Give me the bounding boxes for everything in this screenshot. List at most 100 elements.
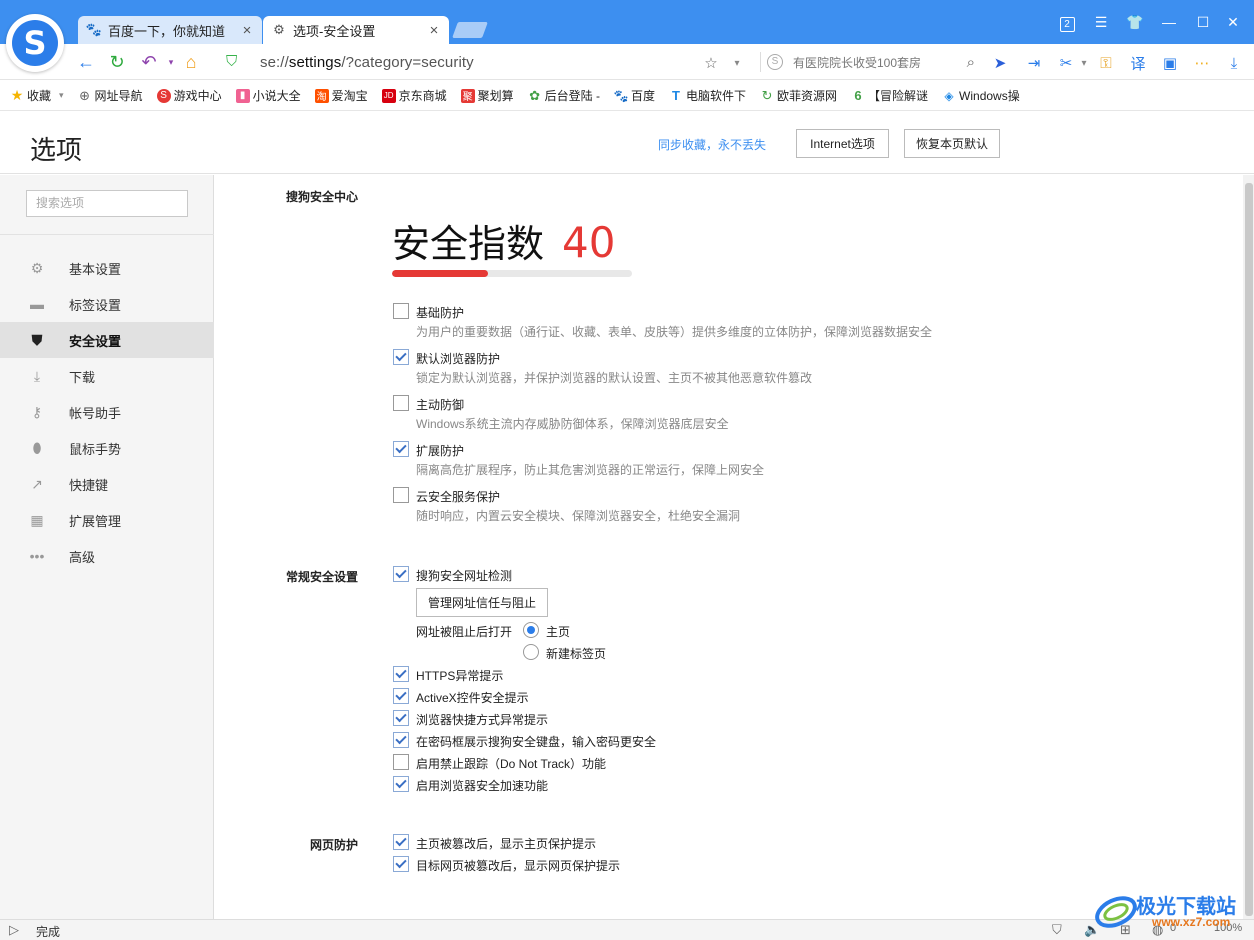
- scissors-icon[interactable]: ✂: [1056, 53, 1076, 73]
- checkbox-basic-protection[interactable]: [393, 303, 409, 319]
- skin-shirt-icon[interactable]: 👕: [1124, 12, 1146, 32]
- checkbox-shortcut-warning[interactable]: [393, 710, 409, 726]
- sidebar-item-download[interactable]: ⤓ 下载: [0, 358, 214, 394]
- tab-baidu[interactable]: 🐾 百度一下，你就知道 ×: [78, 16, 262, 44]
- watermark-swirl-icon: [1095, 896, 1137, 928]
- shield-status-icon[interactable]: ⛉: [1052, 922, 1062, 938]
- game-icon: S: [156, 88, 171, 103]
- bookmark-item[interactable]: 🐾 百度: [614, 87, 655, 104]
- manage-url-trust-button[interactable]: 管理网址信任与阻止: [416, 588, 548, 617]
- address-url[interactable]: se://settings/?category=security: [260, 54, 474, 71]
- favorite-star-icon[interactable]: ☆: [701, 53, 721, 73]
- option-label: 主页被篡改后，显示主页保护提示: [416, 837, 597, 851]
- tab-close-icon[interactable]: ×: [427, 22, 441, 39]
- settings-search-input[interactable]: 搜索选项: [26, 190, 188, 217]
- title-bar: 🐾 百度一下，你就知道 × ⚙ 选项-安全设置 × 2 ☰ 👕 — ☐ ✕: [0, 0, 1254, 44]
- checkbox-secure-keyboard[interactable]: [393, 732, 409, 748]
- sync-link[interactable]: 同步收藏，永不丢失: [658, 136, 766, 153]
- option-description: Windows系统主流内存威胁防御体系，保障浏览器底层安全: [416, 417, 729, 431]
- checkbox-active-defense[interactable]: [393, 395, 409, 411]
- close-icon[interactable]: ✕: [1222, 12, 1244, 32]
- home-icon[interactable]: ⌂: [180, 51, 202, 73]
- cursor-select-icon[interactable]: ➤: [990, 53, 1010, 73]
- sidebar-item-extensions[interactable]: ▦ 扩展管理: [0, 502, 214, 538]
- radio-home[interactable]: [523, 622, 539, 638]
- option-description: 为用户的重要数据（通行证、收藏、表单、皮肤等）提供多维度的立体防护，保障浏览器数…: [416, 325, 933, 339]
- sogou-search-icon: S: [767, 54, 783, 70]
- checkbox-activex-warning[interactable]: [393, 688, 409, 704]
- bookmark-item[interactable]: 6 【冒险解谜: [851, 87, 928, 104]
- search-icon[interactable]: ⌕: [967, 54, 975, 71]
- checkbox-extension-protection[interactable]: [393, 441, 409, 457]
- chevron-down-icon[interactable]: ▾: [1074, 53, 1094, 73]
- sidebar-item-security[interactable]: ⛊ 安全设置: [0, 322, 214, 358]
- sidebar-item-account[interactable]: ⚷ 帐号助手: [0, 394, 214, 430]
- checkbox-security-acceleration[interactable]: [393, 776, 409, 792]
- checkbox-homepage-protection[interactable]: [393, 834, 409, 850]
- play-sidebar-icon[interactable]: ▷: [9, 922, 19, 938]
- bookmark-item[interactable]: ⊕ 网址导航: [78, 87, 142, 104]
- maximize-icon[interactable]: ☐: [1192, 12, 1214, 32]
- sidebar-item-advanced[interactable]: ••• 高级: [0, 538, 214, 574]
- option-label: 启用浏览器安全加速功能: [416, 779, 549, 793]
- scrollbar-thumb[interactable]: [1245, 183, 1253, 916]
- bookmark-item[interactable]: T 电脑软件下: [669, 87, 746, 104]
- menu-icon[interactable]: ☰: [1090, 12, 1112, 32]
- undo-close-icon[interactable]: ↶: [138, 51, 160, 73]
- checkbox-url-check[interactable]: [393, 566, 409, 582]
- sidebar-toggle-icon[interactable]: ⇥: [1024, 53, 1044, 73]
- translate-icon[interactable]: 译: [1128, 53, 1148, 73]
- sidebar-item-basic[interactable]: ⚙ 基本设置: [0, 250, 214, 286]
- bookmark-item[interactable]: ◈ Windows操: [942, 87, 1019, 104]
- section-label-security-center: 搜狗安全中心: [286, 190, 359, 204]
- bookmark-item[interactable]: 淘爱淘宝: [314, 87, 368, 104]
- tab-close-icon[interactable]: ×: [240, 22, 254, 39]
- option-label: ActiveX控件安全提示: [416, 691, 529, 705]
- key-icon[interactable]: ⚿: [1096, 53, 1116, 73]
- address-bar[interactable]: ⛉ se://settings/?category=security: [218, 49, 750, 75]
- checkbox-do-not-track[interactable]: [393, 754, 409, 770]
- bookmark-item[interactable]: ✿ 后台登陆 -: [528, 87, 600, 104]
- download-icon[interactable]: ⤓: [1224, 53, 1244, 73]
- sogou-logo[interactable]: S: [6, 14, 64, 72]
- restore-default-button[interactable]: 恢复本页默认: [904, 129, 1000, 158]
- tab-settings[interactable]: ⚙ 选项-安全设置 ×: [263, 16, 449, 44]
- bookmark-item[interactable]: ▮ 小说大全: [235, 87, 301, 104]
- checkbox-cloud-security[interactable]: [393, 487, 409, 503]
- reader-icon[interactable]: ▣: [1160, 53, 1180, 73]
- bookmark-item[interactable]: 聚聚划算: [460, 87, 514, 104]
- baidu-paw-icon: 🐾: [613, 88, 629, 103]
- globe-icon: ⊕: [79, 87, 90, 103]
- bookmark-favorites[interactable]: ★ 收藏 ▾: [10, 87, 64, 104]
- juhuasuan-icon: 聚: [460, 88, 475, 103]
- blocked-open-label: 网址被阻止后打开: [416, 625, 513, 639]
- refresh-icon[interactable]: ↻: [106, 51, 128, 73]
- bookmark-item[interactable]: S 游戏中心: [156, 87, 222, 104]
- score-progress-bar: [392, 270, 632, 277]
- chevron-down-icon[interactable]: ▾: [160, 51, 182, 73]
- checkbox-webpage-protection[interactable]: [393, 856, 409, 872]
- option-label: 搜狗安全网址检测: [416, 569, 513, 583]
- score-value: 40: [562, 218, 616, 267]
- internet-options-button[interactable]: Internet选项: [796, 129, 889, 158]
- checkbox-https-warning[interactable]: [393, 666, 409, 682]
- sidebar-item-tabs[interactable]: ▬ 标签设置: [0, 286, 214, 322]
- new-tab-button[interactable]: [452, 22, 488, 38]
- search-box[interactable]: S 有医院院长收受100套房 ⌕: [760, 52, 975, 72]
- checkbox-default-browser-protection[interactable]: [393, 349, 409, 365]
- minimize-icon[interactable]: —: [1158, 12, 1180, 32]
- chevron-down-icon[interactable]: ▾: [727, 53, 747, 73]
- tab-count-icon[interactable]: 2: [1056, 12, 1078, 32]
- back-arrow-icon[interactable]: ←: [75, 51, 97, 73]
- sidebar-item-shortcuts[interactable]: ↗ 快捷键: [0, 466, 214, 502]
- option-label: 启用禁止跟踪（Do Not Track）功能: [416, 757, 607, 771]
- radio-label: 新建标签页: [546, 647, 607, 661]
- search-input[interactable]: 有医院院长收受100套房: [793, 54, 967, 71]
- bookmark-item[interactable]: ↻ 欧菲资源网: [760, 87, 837, 104]
- more-options-icon[interactable]: ⋯: [1192, 53, 1212, 73]
- divider: [0, 234, 214, 235]
- bookmark-item[interactable]: JD 京东商城: [381, 87, 447, 104]
- radio-new-tab[interactable]: [523, 644, 539, 660]
- sidebar-item-mouse-gesture[interactable]: ⬮ 鼠标手势: [0, 430, 214, 466]
- security-score: 安全指数 40: [392, 213, 615, 268]
